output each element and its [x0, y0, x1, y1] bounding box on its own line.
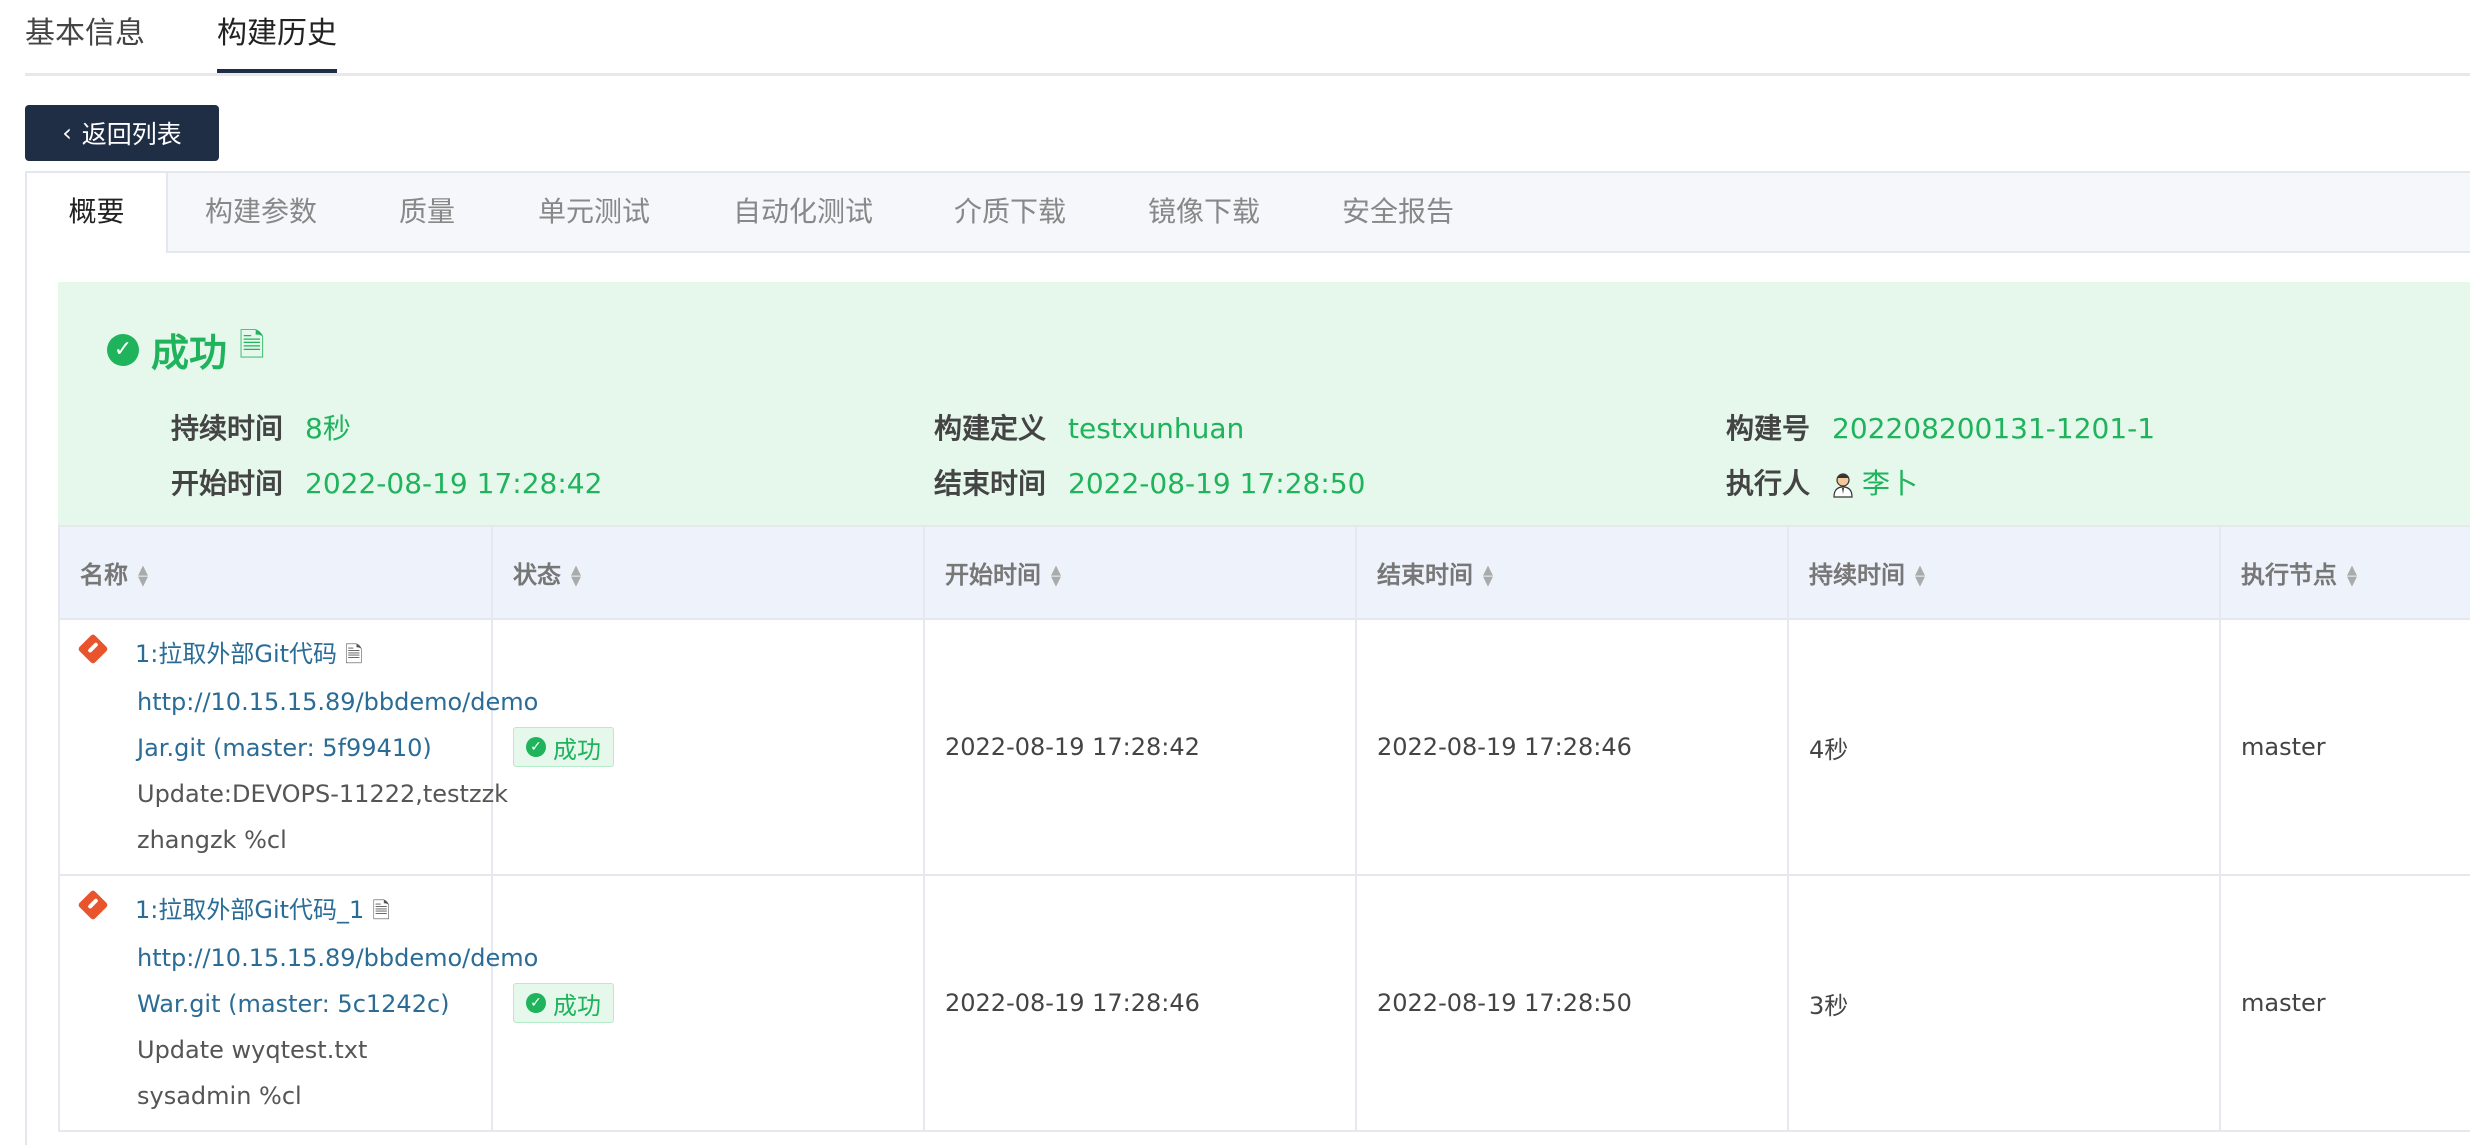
duration-cell: 4秒	[1787, 618, 2221, 876]
table-row: 1:拉取外部Git代码_1 🗎 http://10.15.15.89/bbdemo…	[58, 874, 2470, 1132]
build-number-info: 构建号 202208200131-1201-1	[1726, 412, 2156, 445]
column-header-node[interactable]: 执行节点 ▲ ▼	[2219, 525, 2470, 620]
tab-automation-test[interactable]: 自动化测试	[733, 173, 873, 251]
sort-icon[interactable]: ▲ ▼	[1483, 564, 1493, 588]
detail-tab-bar: 概要 构建参数 质量 单元测试 自动化测试 介质下载 镜像下载 安全报告	[27, 173, 2470, 253]
sort-icon[interactable]: ▲ ▼	[571, 564, 581, 588]
status-cell: ✓ 成功	[491, 874, 925, 1132]
executor-info: 执行人 李卜	[1726, 467, 1919, 500]
tab-artifact-download[interactable]: 介质下载	[954, 173, 1066, 251]
start-time-cell: 2022-08-19 17:28:46	[923, 874, 1357, 1132]
column-header-name[interactable]: 名称 ▲ ▼	[58, 525, 493, 620]
tab-unit-test[interactable]: 单元测试	[538, 173, 650, 251]
commit-message: Update:DEVOPS-11222,testzzk	[137, 780, 509, 808]
duration-info: 持续时间 8秒	[171, 412, 351, 445]
repo-link[interactable]: War.git (master: 5c1242c)	[137, 981, 491, 1027]
person-icon	[1833, 473, 1853, 498]
log-document-icon[interactable]: 🗎	[239, 323, 265, 377]
table-header-row: 名称 ▲ ▼ 状态 ▲ ▼ 开始时间 ▲ ▼ 结束时间 ▲ ▼ 持续时间 ▲ ▼ 执行节点 ▲ ▼	[58, 525, 2470, 620]
node-cell: master	[2219, 874, 2470, 1132]
start-time-cell: 2022-08-19 17:28:42	[923, 618, 1357, 876]
step-table: 名称 ▲ ▼ 状态 ▲ ▼ 开始时间 ▲ ▼ 结束时间 ▲ ▼ 持续时间 ▲ ▼ 执行节点 ▲ ▼ 1:…	[58, 525, 2470, 1132]
column-header-start-time[interactable]: 开始时间 ▲ ▼	[923, 525, 1357, 620]
tab-quality[interactable]: 质量	[399, 173, 455, 251]
end-time-cell: 2022-08-19 17:28:46	[1355, 618, 1789, 876]
repo-link[interactable]: Jar.git (master: 5f99410)	[137, 725, 491, 771]
column-header-end-time[interactable]: 结束时间 ▲ ▼	[1355, 525, 1789, 620]
sort-icon[interactable]: ▲ ▼	[1051, 564, 1061, 588]
tab-build-params[interactable]: 构建参数	[205, 173, 317, 251]
tab-image-download[interactable]: 镜像下载	[1148, 173, 1260, 251]
check-circle-icon: ✓	[526, 737, 546, 757]
tab-basic-info[interactable]: 基本信息	[25, 12, 145, 56]
build-summary: ✓ 成功 🗎 持续时间 8秒 开始时间 2022-08-19 17:28:42 构建…	[58, 282, 2470, 525]
chevron-left-icon: ‹	[62, 119, 72, 147]
log-document-icon[interactable]: 🗎	[372, 899, 390, 924]
tab-security-report[interactable]: 安全报告	[1342, 173, 1454, 251]
step-name-cell: 1:拉取外部Git代码_1 🗎 http://10.15.15.89/bbdemo…	[58, 874, 538, 1132]
tab-build-history[interactable]: 构建历史	[217, 12, 337, 73]
build-definition-info: 构建定义 testxunhuan	[934, 412, 1245, 445]
build-detail-panel: 概要 构建参数 质量 单元测试 自动化测试 介质下载 镜像下载 安全报告 ✓ 成…	[25, 171, 2470, 1145]
table-row: 1:拉取外部Git代码 🗎 http://10.15.15.89/bbdemo/d…	[58, 618, 2470, 876]
log-document-icon[interactable]: 🗎	[345, 643, 363, 668]
status-cell: ✓ 成功	[491, 618, 925, 876]
column-header-duration[interactable]: 持续时间 ▲ ▼	[1787, 525, 2221, 620]
back-to-list-button[interactable]: ‹ 返回列表	[25, 105, 219, 161]
end-time-info: 结束时间 2022-08-19 17:28:50	[934, 467, 1366, 500]
repo-link[interactable]: http://10.15.15.89/bbdemo/demo	[137, 679, 538, 725]
column-header-status[interactable]: 状态 ▲ ▼	[491, 525, 925, 620]
status-text: 成功	[151, 331, 228, 375]
commit-author: zhangzk %cl	[137, 826, 287, 854]
build-status: ✓ 成功 🗎	[107, 322, 265, 377]
duration-cell: 3秒	[1787, 874, 2221, 1132]
check-circle-icon: ✓	[526, 993, 546, 1013]
tab-overview[interactable]: 概要	[27, 173, 168, 253]
node-cell: master	[2219, 618, 2470, 876]
commit-message: Update wyqtest.txt	[137, 1036, 368, 1064]
repo-link[interactable]: http://10.15.15.89/bbdemo/demo	[137, 935, 538, 981]
start-time-info: 开始时间 2022-08-19 17:28:42	[171, 467, 603, 500]
top-tab-bar: 基本信息 构建历史	[25, 0, 2470, 76]
step-link[interactable]: 1:拉取外部Git代码_1	[135, 896, 364, 924]
sort-icon[interactable]: ▲ ▼	[2347, 564, 2357, 588]
status-badge: ✓ 成功	[513, 727, 614, 767]
end-time-cell: 2022-08-19 17:28:50	[1355, 874, 1789, 1132]
sort-icon[interactable]: ▲ ▼	[1915, 564, 1925, 588]
step-link[interactable]: 1:拉取外部Git代码	[135, 640, 337, 668]
check-circle-icon: ✓	[107, 333, 139, 366]
status-badge: ✓ 成功	[513, 983, 614, 1023]
back-button-label: 返回列表	[81, 120, 182, 149]
step-name-cell: 1:拉取外部Git代码 🗎 http://10.15.15.89/bbdemo/d…	[58, 618, 538, 876]
sort-icon[interactable]: ▲ ▼	[138, 564, 148, 588]
commit-author: sysadmin %cl	[137, 1082, 302, 1110]
